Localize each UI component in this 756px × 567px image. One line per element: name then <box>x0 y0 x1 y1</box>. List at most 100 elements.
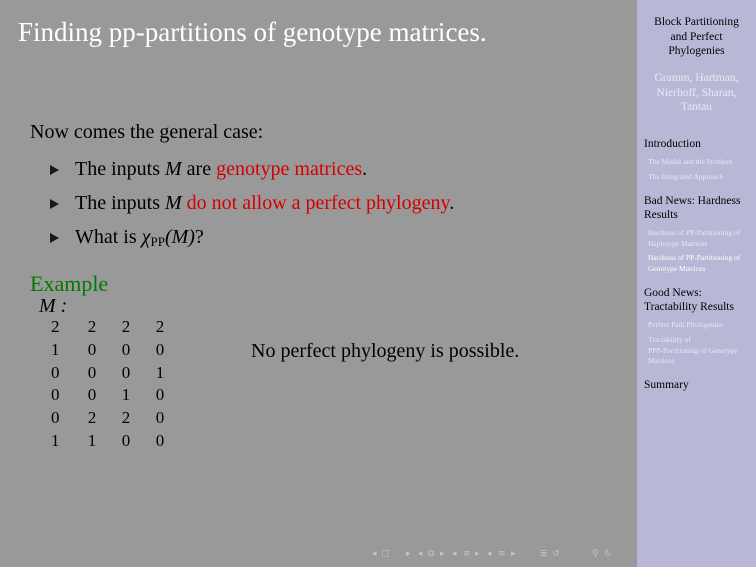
nav-left-arrow[interactable]: ◂ <box>418 547 423 561</box>
sidebar-subsection-link[interactable]: The Model and the Problem <box>648 157 754 168</box>
sidebar-subsection-link[interactable]: Perfect Path Phylogenies <box>648 320 754 331</box>
matrix-row: 1 0 0 0 <box>44 339 177 362</box>
matrix-cell: 0 <box>155 408 165 428</box>
sidebar-subsection-line: Matrices <box>648 356 675 365</box>
sidebar-author-line: Nierhoff, Sharan, <box>656 86 737 99</box>
nav-right-arrow[interactable]: ▸ <box>406 547 411 561</box>
sidebar-subsection-line: Perfect Path Phylogenies <box>648 320 723 329</box>
matrix-row: 0 2 2 0 <box>44 407 177 430</box>
example-remark: No perfect phylogeny is possible. <box>251 340 520 362</box>
bullet-item: The inputs M are genotype matrices. <box>50 156 454 190</box>
sidebar-talk-title[interactable]: Block Partitioning and Perfect Phylogeni… <box>637 15 756 59</box>
sidebar-subsection-line: Genotype Matrices <box>648 263 706 273</box>
matrix-cell: 0 <box>51 362 60 382</box>
matrix-cell: 0 <box>155 339 165 359</box>
sidebar-section-link[interactable]: Bad News: Hardness Results <box>644 194 754 222</box>
sidebar-subsection-link[interactable]: The Integrated Approach <box>648 172 754 183</box>
sidebar-authors: Gramm, Hartman, Nierhoff, Sharan, Tantau <box>637 71 756 115</box>
math-subscript: PP <box>150 234 165 249</box>
slide: Finding pp-partitions of genotype matric… <box>0 0 756 567</box>
bullet-triangle-icon <box>50 165 59 175</box>
nav-left-arrow[interactable]: ◂ <box>372 547 377 561</box>
matrix-cell: 0 <box>155 430 165 450</box>
matrix-cell: 0 <box>51 408 60 428</box>
matrix-cell: 0 <box>121 362 131 382</box>
sidebar-subsection-line: The Model and the Problem <box>648 157 733 166</box>
back-icon[interactable]: ↺ <box>552 547 560 561</box>
sidebar-title-line: and Perfect <box>670 30 723 43</box>
bullet-text: What is <box>75 226 142 248</box>
sidebar-section-link[interactable]: Summary <box>644 378 754 392</box>
sidebar-section-line: Tractability Results <box>644 301 734 313</box>
subsection-icon[interactable]: ⧉ <box>428 547 434 561</box>
matrix-cell: 0 <box>87 339 97 359</box>
math-variable: M <box>165 158 182 180</box>
sidebar-section-line: Bad News: Hardness <box>644 195 741 207</box>
sidebar: Block Partitioning and Perfect Phylogeni… <box>637 0 756 567</box>
matrix-cell: 0 <box>87 362 97 382</box>
matrix-cell: 0 <box>121 339 131 359</box>
frame-icon[interactable]: ▢ <box>381 547 390 561</box>
intro-text: Now comes the general case: <box>30 121 264 143</box>
matrix-cell: 2 <box>87 408 97 428</box>
bullet-text: ? <box>194 226 204 248</box>
frame-title: Finding pp-partitions of genotype matric… <box>18 17 487 47</box>
appendix-icon[interactable]: ≣ <box>540 547 548 561</box>
matrix-cell: 1 <box>51 339 60 359</box>
doc-icon[interactable]: ≡ <box>498 547 506 561</box>
bullet-item: The inputs M do not allow a perfect phyl… <box>50 190 454 224</box>
math-variable: M <box>165 192 182 214</box>
sidebar-author-line: Gramm, Hartman, <box>654 72 739 84</box>
nav-right-arrow[interactable]: ▸ <box>511 547 516 561</box>
matrix-cell: 2 <box>121 408 131 428</box>
sidebar-section-line: Introduction <box>644 138 701 150</box>
nav-right-arrow[interactable]: ▸ <box>440 547 445 561</box>
forward-icon[interactable]: ↻ <box>604 547 612 561</box>
alert-text: genotype matrices <box>216 158 363 180</box>
matrix-cell: 1 <box>155 362 165 382</box>
matrix-row: 2 2 2 2 <box>44 316 177 339</box>
sidebar-subsection-line: The Integrated Approach <box>648 172 723 181</box>
nav-left-arrow[interactable]: ◂ <box>487 547 492 561</box>
matrix-cell: 1 <box>51 430 60 450</box>
sidebar-title-line: Phylogenies <box>668 45 725 57</box>
matrix-cell: 2 <box>155 317 165 336</box>
alert-text: do not allow a perfect phylogeny <box>186 192 450 214</box>
section-icon[interactable]: ≡ <box>463 547 471 561</box>
search-icon[interactable]: ⚲ <box>592 547 599 561</box>
sidebar-subsection-link[interactable]: Hardness of PP-Partitioning of Genotype M… <box>648 253 754 274</box>
sidebar-section-line: Summary <box>644 379 689 391</box>
sidebar-subsection-line: Tractability of <box>648 335 691 344</box>
nav-right-arrow[interactable]: ▸ <box>475 547 480 561</box>
matrix-label: M : <box>39 295 68 317</box>
bullet-triangle-icon <box>50 199 59 209</box>
bullet-list: The inputs M are genotype matrices. The … <box>50 156 454 258</box>
matrix-cell: 1 <box>121 385 131 405</box>
matrix-row: 0 0 1 0 <box>44 384 177 407</box>
sidebar-section-link[interactable]: Introduction <box>644 137 754 151</box>
genotype-matrix: 222210000001001002201100 <box>44 316 177 453</box>
bullet-text: The inputs <box>75 192 165 214</box>
bullet-text: The inputs <box>75 158 165 180</box>
matrix-cell: 2 <box>51 317 60 336</box>
sidebar-subsection-link[interactable]: Hardness of PP-Partitioning of Haplotype … <box>648 228 754 249</box>
main-frame: Finding pp-partitions of genotype matric… <box>0 0 637 567</box>
bullet-text: . <box>362 158 368 180</box>
sidebar-subsection-line: PPP-Partitioning of Genotype <box>648 345 738 355</box>
sidebar-section-line: Results <box>644 209 678 221</box>
example-block-title: Example <box>30 271 109 296</box>
sidebar-section-line: Good News: <box>644 287 702 299</box>
matrix-cell: 0 <box>121 430 131 450</box>
sidebar-subsection-link[interactable]: Tractability of PPP-Partitioning of Genot… <box>648 335 754 367</box>
matrix-cell: 0 <box>155 385 165 405</box>
bullet-item: What is χPP(M)? <box>50 224 454 258</box>
matrix-cell: 2 <box>87 317 97 336</box>
matrix-cell: 0 <box>51 385 60 405</box>
sidebar-section-link[interactable]: Good News: Tractability Results <box>644 286 754 314</box>
bullet-text: . <box>449 192 455 214</box>
sidebar-subsection-line: Haplotype Matrices <box>648 238 708 248</box>
matrix-cell: 0 <box>87 385 97 405</box>
nav-left-arrow[interactable]: ◂ <box>452 547 457 561</box>
bullet-triangle-icon <box>50 233 59 243</box>
matrix-row: 0 0 0 1 <box>44 362 177 385</box>
